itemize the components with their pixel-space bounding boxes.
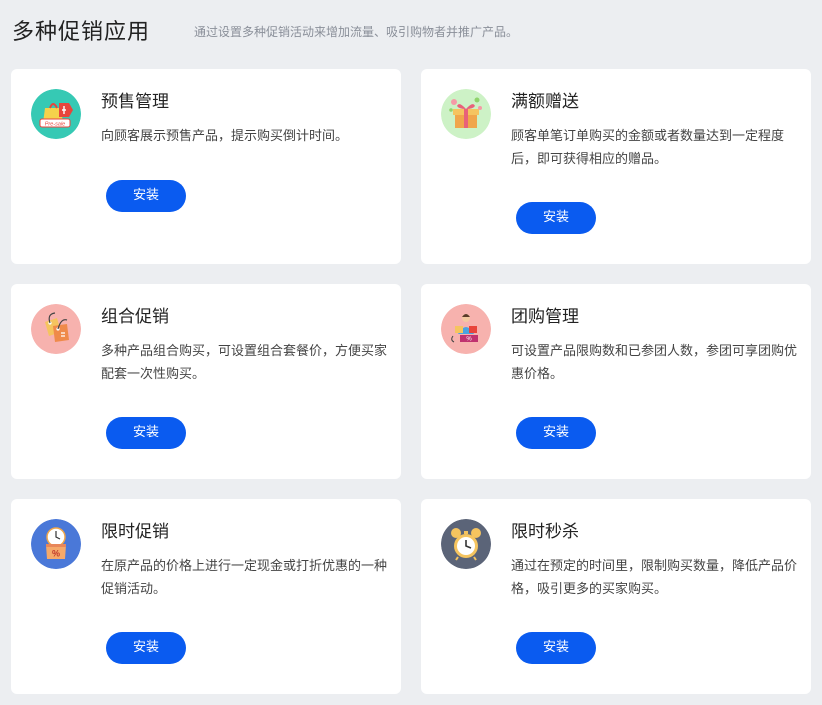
install-button-bundle-promo[interactable]: 安装 (106, 417, 186, 449)
card-description: 在原产品的价格上进行一定现金或打折优惠的一种促销活动。 (101, 559, 388, 597)
pre-sale-icon-text: Pre-sale (45, 121, 65, 127)
card-title: 组合促销 (101, 307, 169, 327)
gift-box-icon (441, 89, 491, 139)
card-group-buy: % 团购管理 可设置产品限购数和已参团人数，参团可享团购优惠价格。 安装 (421, 284, 811, 479)
card-presale: Pre-sale 预售管理 向顾客展示预售产品，提示购买倒计时间。 安装 (11, 69, 401, 264)
install-button-flash-sale[interactable]: 安装 (516, 632, 596, 664)
pre-sale-icon: Pre-sale (31, 89, 81, 139)
install-button-group-buy[interactable]: 安装 (516, 417, 596, 449)
install-button-presale[interactable]: 安装 (106, 180, 186, 212)
card-description: 顾客单笔订单购买的金额或者数量达到一定程度后，即可获得相应的赠品。 (511, 129, 785, 167)
card-title: 满额赠送 (511, 92, 579, 112)
card-title: 限时秒杀 (511, 522, 579, 542)
page-subtitle: 通过设置多种促销活动来增加流量、吸引购物者并推广产品。 (194, 25, 519, 39)
card-full-gift: 满额赠送 顾客单笔订单购买的金额或者数量达到一定程度后，即可获得相应的赠品。 安… (421, 69, 811, 264)
svg-text:%: % (466, 337, 472, 343)
install-button-time-limited-promo[interactable]: 安装 (106, 632, 186, 664)
card-time-limited-promo: % 限时促销 在原产品的价格上进行一定现金或打折优惠的一种促销活动。 安装 (11, 499, 401, 694)
card-bundle-promo: 组合促销 多种产品组合购买，可设置组合套餐价，方便买家配套一次性购买。 安装 (11, 284, 401, 479)
card-description: 通过在预定的时间里，限制购买数量，降低产品价格，吸引更多的买家购买。 (511, 559, 798, 597)
card-title: 团购管理 (511, 307, 579, 327)
card-title: 预售管理 (101, 92, 169, 112)
card-flash-sale: 限时秒杀 通过在预定的时间里，限制购买数量，降低产品价格，吸引更多的买家购买。 … (421, 499, 811, 694)
group-buy-icon: % (441, 304, 491, 354)
install-button-full-gift[interactable]: 安装 (516, 202, 596, 234)
page-title: 多种促销应用 (12, 20, 151, 45)
card-title: 限时促销 (101, 522, 169, 542)
discount-clock-icon: % (31, 519, 81, 569)
price-tags-icon (31, 304, 81, 354)
alarm-clock-icon (441, 519, 491, 569)
card-description: 多种产品组合购买，可设置组合套餐价，方便买家配套一次性购买。 (101, 344, 388, 382)
card-description: 可设置产品限购数和已参团人数，参团可享团购优惠价格。 (511, 344, 798, 382)
svg-text:%: % (52, 549, 60, 559)
card-description: 向顾客展示预售产品，提示购买倒计时间。 (101, 129, 349, 144)
